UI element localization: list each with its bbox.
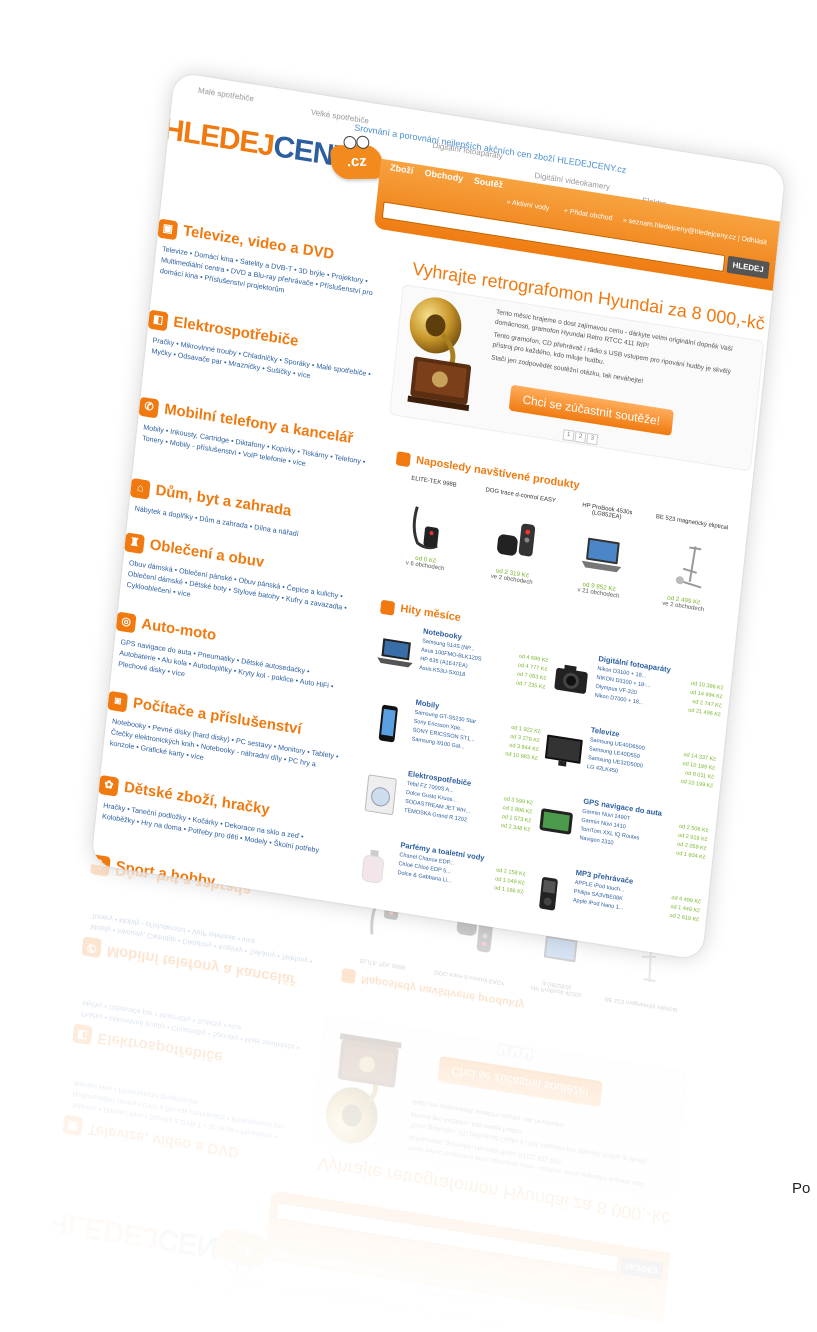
elliptical-icon[interactable] bbox=[661, 538, 714, 595]
mp3-player-icon[interactable] bbox=[527, 871, 571, 917]
recent-section-icon bbox=[395, 451, 411, 468]
category-block: ⌂Dům, byt a zahradaNábytek a doplňky • D… bbox=[129, 477, 368, 538]
hit-category-title[interactable]: Televize bbox=[590, 725, 619, 738]
contest-button[interactable]: Chci se zúčastnit soutěže! bbox=[508, 384, 674, 436]
phone-icon[interactable] bbox=[367, 701, 411, 747]
laptop-icon[interactable] bbox=[576, 525, 629, 582]
pager-page[interactable]: 1 bbox=[562, 429, 575, 442]
side-label: reklama bbox=[159, 80, 168, 103]
camera-icon[interactable] bbox=[549, 657, 593, 703]
washer-icon[interactable] bbox=[359, 772, 403, 818]
pager-page: 3 bbox=[521, 1047, 534, 1061]
hit-rows: Samsung GT-S5230 Star od 1 922 Kč Sony Eri… bbox=[411, 710, 541, 765]
product-name[interactable]: DOG trace d-control EASY bbox=[480, 487, 560, 515]
logo-eye-icon bbox=[235, 1261, 252, 1279]
category-block: ▣ Televize, video a DVD Televize • Domácí … bbox=[157, 218, 395, 297]
product-name: ELITE-TEK 998B bbox=[359, 956, 406, 970]
logo-eye-icon bbox=[355, 135, 370, 149]
recent-product[interactable]: BE 523 magnetický eliptical od 2 499 Kč ve… bbox=[643, 514, 731, 616]
logo-badge: .cz bbox=[329, 135, 384, 180]
tv-icon: ▣ bbox=[62, 1114, 84, 1137]
house-icon: ⌂ bbox=[129, 477, 151, 500]
pager-page[interactable]: 3 bbox=[586, 432, 599, 446]
category-links[interactable]: GPS navigace do auta • Pneumatiky • Děts… bbox=[118, 636, 348, 704]
logo-text-orange: HLEDEJ bbox=[46, 1204, 160, 1255]
computer-icon: ◙ bbox=[107, 690, 129, 713]
blender-icon: ◧ bbox=[72, 1023, 93, 1046]
hit-rows: Samsung UE40D6500 od 14 337 Kč Samsung LE4… bbox=[586, 737, 717, 792]
tv-icon: ▣ bbox=[157, 218, 179, 241]
gramophone-icon bbox=[325, 1033, 402, 1144]
top-nav-item[interactable]: Malé spotřebiče bbox=[198, 86, 255, 104]
blender-icon: ◧ bbox=[147, 309, 169, 332]
logo-eye-icon bbox=[343, 135, 357, 150]
toy-icon: ✿ bbox=[98, 774, 120, 797]
laptop-icon[interactable] bbox=[374, 629, 418, 675]
gps-icon[interactable] bbox=[534, 800, 578, 846]
hit-rows: Samsung 514S (NP... od 4 699 Kč Asus 100FM… bbox=[419, 638, 549, 693]
category-block: ▣ Televize, video a DVD Televize • Domácí … bbox=[62, 1079, 298, 1170]
pager-page[interactable]: 2 bbox=[574, 430, 587, 444]
category-block: ◧ Elektrospotřebiče Pračky • Mikrovlnné tr… bbox=[72, 999, 308, 1079]
product-name: HP ProBook 4530s (LG852EA) bbox=[530, 979, 582, 998]
phone-icon: ✆ bbox=[81, 936, 103, 959]
product-name[interactable]: HP ProBook 4530s (LG852EA) bbox=[567, 500, 647, 528]
dog-collar-icon[interactable] bbox=[403, 497, 456, 554]
logo-badge-text: .cz bbox=[346, 152, 368, 171]
category-block: ✆ Mobilní telefony a kancelář Mobily • Ink… bbox=[138, 396, 377, 468]
recent-product[interactable]: HP ProBook 4530s (LG852EA) od 9 852 Kč v 2… bbox=[559, 500, 647, 602]
site-content: reklama Malé spotřebiče Velké spotřebiče… bbox=[91, 72, 786, 960]
phone-icon: ✆ bbox=[138, 396, 160, 419]
category-block: ◧ Elektrospotřebiče Pračky • Mikrovlnné tr… bbox=[147, 309, 386, 380]
product-name: BE 523 magnetický eliptical bbox=[604, 995, 678, 1013]
hit-rows: Garmin Nüvi 1490T od 2 506 Kč Garmin Nüvi … bbox=[579, 808, 709, 863]
site-card: reklama Malé spotřebiče Velké spotřebiče… bbox=[91, 72, 786, 961]
remote-trainer-icon[interactable] bbox=[490, 511, 543, 568]
pager-page: 2 bbox=[509, 1045, 522, 1059]
promo-pager: 123 bbox=[497, 1043, 534, 1062]
hit-rows: Tefal FZ 7000S A... od 3 599 Kč Dolce Gust… bbox=[403, 781, 534, 836]
logo-text-orange: HLEDEJ bbox=[161, 112, 276, 163]
recent-product[interactable]: DOG trace d-control EASY od 2 319 Kč ve 2 … bbox=[472, 487, 560, 589]
house-icon: ⌂ bbox=[89, 864, 111, 877]
contest-button: Chci se zúčastnit soutěže! bbox=[437, 1055, 603, 1108]
pager-page: 1 bbox=[497, 1043, 510, 1057]
category-block: ✆ Mobilní telefony a kancelář Mobily • Ink… bbox=[81, 911, 317, 992]
hits-section-title: Hity měsíce bbox=[399, 602, 462, 625]
top-nav-item: Malé spotřebiče bbox=[72, 1264, 130, 1283]
category-title[interactable]: Auto-moto bbox=[141, 615, 217, 644]
hit-rows: Nikon D3100 + 18... od 10 396 Kč NIKON D31… bbox=[594, 666, 724, 721]
hit-rows: APPLE iPod touch... od 4 499 Kč Philips SA… bbox=[571, 880, 702, 935]
product-name[interactable]: BE 523 magnetický eliptical bbox=[651, 514, 731, 542]
perfume-icon[interactable] bbox=[351, 843, 395, 889]
recent-product[interactable]: ELITE-TEK 998B od 0 Kč v 6 obchodech bbox=[385, 473, 473, 575]
steering-wheel-icon: ◎ bbox=[115, 611, 137, 634]
screenshot-stage: reklama Malé spotřebiče Velké spotřebiče… bbox=[0, 0, 817, 1332]
hit-rows: Chanel Chance EDP... od 2 158 Kč Chloé Chl… bbox=[396, 852, 526, 907]
gramophone-icon bbox=[407, 297, 472, 412]
logo-badge-text: .cz bbox=[229, 1238, 254, 1261]
corner-text: Po bbox=[792, 1180, 811, 1197]
product-name[interactable]: ELITE-TEK 998B bbox=[393, 473, 473, 501]
product-name: DOG trace d-control EASY bbox=[434, 968, 506, 986]
site-preview: reklama Malé spotřebiče Velké spotřebiče… bbox=[47, 72, 786, 1329]
recent-section-icon bbox=[340, 967, 357, 984]
promo-pager: 123 bbox=[562, 427, 600, 446]
shirt-icon: ♜ bbox=[124, 532, 145, 555]
tv-icon[interactable] bbox=[542, 728, 586, 774]
category-block: ✿ Dětské zboží, hračky Hračky • Taneční po… bbox=[98, 774, 336, 855]
hits-section-icon bbox=[379, 599, 396, 616]
hit-category-title[interactable]: Mobily bbox=[415, 698, 440, 711]
